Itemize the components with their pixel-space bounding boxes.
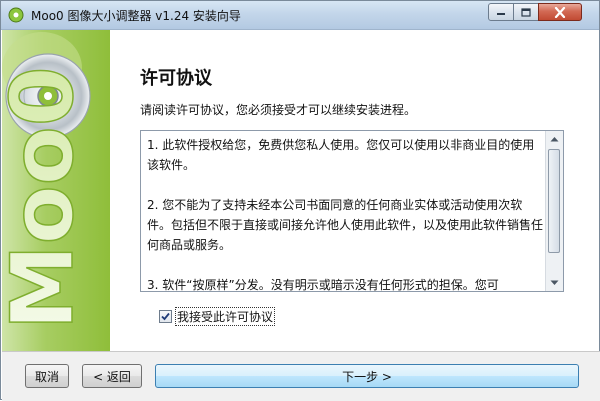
license-textbox[interactable]: 1. 此软件授权给您，免费供您私人使用。您仅可以使用以非商业目的使用该软件。 2… (140, 130, 564, 292)
button-bar: 取消 < 返回 下一步 > (2, 351, 600, 401)
accept-license-checkbox[interactable] (159, 309, 172, 323)
checkmark-icon (161, 312, 170, 320)
minimize-icon (497, 13, 505, 15)
minimize-button[interactable] (488, 3, 514, 21)
moo0-banner: Moo0 (2, 30, 110, 351)
license-paragraph: 2. 您不能为了支持未经本公司书面同意的任何商业实体或活动使用次软件。包括但不限… (147, 198, 544, 252)
cancel-button[interactable]: 取消 (25, 364, 69, 388)
title-bar[interactable]: Moo0 图像大小调整器 v1.24 安装向导 (1, 1, 599, 30)
next-button[interactable]: 下一步 > (155, 364, 579, 388)
window-title: Moo0 图像大小调整器 v1.24 安装向导 (31, 9, 241, 23)
arrow-up-icon (550, 137, 559, 142)
page-title: 许可协议 (140, 68, 212, 89)
close-icon (554, 6, 566, 18)
scroll-thumb[interactable] (548, 149, 560, 253)
license-paragraph: 3. 软件“按原样”分发。没有明示或暗示没有任何形式的担保。您可 (147, 278, 499, 292)
license-scrollbar[interactable] (545, 131, 563, 291)
moo0-logo-text: Moo0 (2, 66, 93, 330)
moo0-logo: Moo0 (2, 32, 94, 331)
app-icon (8, 7, 24, 23)
installer-window: Moo0 图像大小调整器 v1.24 安装向导 Moo0 许可协议 请阅读许可协… (0, 0, 600, 401)
license-text: 1. 此软件授权给您，免费供您私人使用。您仅可以使用以非商业目的使用该软件。 2… (147, 135, 544, 292)
scroll-down-button[interactable] (546, 275, 563, 291)
close-button[interactable] (538, 3, 582, 21)
scroll-up-button[interactable] (546, 131, 563, 147)
license-paragraph: 1. 此软件授权给您，免费供您私人使用。您仅可以使用以非商业目的使用该软件。 (147, 138, 535, 172)
accept-license-row[interactable]: 我接受此许可协议 (159, 306, 276, 326)
back-button[interactable]: < 返回 (82, 364, 142, 388)
page-description: 请阅读许可协议，您必须接受才可以继续安装进程。 (140, 103, 417, 117)
accept-license-label[interactable]: 我接受此许可协议 (174, 306, 276, 326)
maximize-button[interactable] (513, 3, 539, 21)
maximize-icon (521, 7, 531, 17)
content-panel: 许可协议 请阅读许可协议，您必须接受才可以继续安装进程。 1. 此软件授权给您，… (110, 30, 599, 351)
arrow-down-icon (550, 280, 559, 285)
